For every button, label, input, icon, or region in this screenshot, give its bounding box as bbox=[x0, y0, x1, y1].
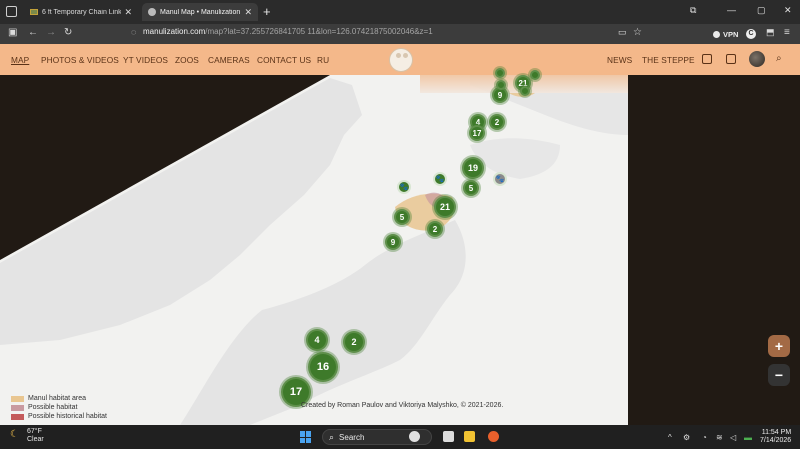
profile-c-icon[interactable]: C bbox=[746, 29, 756, 39]
tab-title: 6 ft Temporary Chain Link Fenc bbox=[42, 8, 122, 16]
task-view-icon[interactable] bbox=[443, 431, 454, 442]
tab-overview-icon[interactable] bbox=[6, 6, 17, 17]
map-marker[interactable] bbox=[530, 70, 540, 80]
moon-icon: ☾ bbox=[10, 429, 19, 440]
maximize-button[interactable]: ▢ bbox=[757, 5, 766, 16]
search-icon[interactable]: ⌕ bbox=[776, 53, 782, 64]
tab-title: Manul Map • Manulization - Pc bbox=[160, 8, 241, 16]
reload-icon[interactable]: ↻ bbox=[64, 27, 72, 38]
map-legend: Manul habitat area Possible habitat Poss… bbox=[11, 394, 107, 421]
menu-icon[interactable]: ≡ bbox=[784, 27, 790, 38]
url-path: /map?lat=37.255726841705 11&lon=126.0742… bbox=[205, 27, 433, 36]
windows-start-icon[interactable] bbox=[300, 431, 312, 443]
settings-icon[interactable]: ⚙ bbox=[683, 433, 690, 442]
tab-manul-map[interactable]: Manul Map • Manulization - Pc ✕ bbox=[142, 3, 258, 21]
nav-zoos[interactable]: ZOOS bbox=[175, 55, 199, 65]
legend-label: Possible historical habitat bbox=[28, 413, 107, 420]
paw-marker-icon[interactable]: 🐾 bbox=[493, 172, 507, 186]
screenshot-icon[interactable]: ▭ bbox=[618, 27, 627, 38]
paw-marker-icon[interactable]: 🐾 bbox=[433, 172, 447, 186]
search-icon: ⌕ bbox=[329, 431, 335, 442]
nav-ru[interactable]: RU bbox=[317, 55, 329, 65]
network-icon[interactable]: ◔ bbox=[702, 433, 707, 442]
legend-label: Manul habitat area bbox=[28, 395, 86, 402]
legend-swatch bbox=[11, 413, 24, 420]
legend-swatch bbox=[11, 404, 24, 411]
close-tab-icon[interactable]: ✕ bbox=[124, 7, 132, 18]
screen: 6 ft Temporary Chain Link Fenc ✕ Manul M… bbox=[0, 0, 800, 449]
wifi-icon[interactable]: ≋ bbox=[716, 433, 723, 442]
legend-item: Possible habitat bbox=[11, 403, 107, 412]
nav-news[interactable]: NEWS bbox=[607, 55, 632, 65]
browser-tab-strip: 6 ft Temporary Chain Link Fenc ✕ Manul M… bbox=[0, 0, 800, 24]
legend-swatch bbox=[11, 395, 24, 402]
map-cluster[interactable]: 2 bbox=[427, 221, 443, 237]
map-marker[interactable] bbox=[520, 86, 530, 96]
browser-toolbar: ▣ ← → ↻ ◌ manulization.com/map?lat=37.25… bbox=[0, 24, 800, 44]
back-arrow-icon[interactable]: ← bbox=[28, 27, 38, 38]
bookmark-star-icon[interactable]: ☆ bbox=[633, 27, 642, 38]
tab-fence[interactable]: 6 ft Temporary Chain Link Fenc ✕ bbox=[24, 3, 138, 21]
minimize-button[interactable]: — bbox=[727, 5, 736, 15]
calendar-icon[interactable] bbox=[726, 54, 736, 64]
taskbar: ☾ 67°F Clear ⌕ Search ^ ⚙ ◔ ≋ ◁ ▬ 11:54 … bbox=[0, 425, 800, 449]
fence-favicon-icon bbox=[30, 9, 38, 15]
map-cluster[interactable]: 2 bbox=[489, 114, 505, 130]
show-hidden-icons[interactable]: ^ bbox=[668, 433, 672, 442]
address-bar[interactable]: manulization.com/map?lat=37.255726841705… bbox=[143, 27, 433, 36]
site-security-icon[interactable]: ◌ bbox=[131, 27, 136, 37]
battery-icon[interactable]: ▬ bbox=[744, 433, 752, 442]
map-cluster[interactable]: 5 bbox=[394, 209, 410, 225]
map-cluster[interactable]: 4 bbox=[306, 329, 328, 351]
url-host: manulization.com bbox=[143, 27, 206, 36]
download-icon[interactable]: ⬒ bbox=[766, 27, 775, 38]
nav-cameras[interactable]: CAMERAS bbox=[208, 55, 250, 65]
search-label: Search bbox=[339, 432, 365, 442]
nav-contact-us[interactable]: CONTACT US bbox=[257, 55, 311, 65]
map-marker[interactable] bbox=[495, 68, 505, 78]
volume-icon[interactable]: ◁ bbox=[730, 433, 736, 442]
map-cluster[interactable]: 17 bbox=[469, 125, 485, 141]
close-window-button[interactable]: ✕ bbox=[784, 5, 792, 16]
vpn-label: VPN bbox=[723, 29, 739, 39]
map-cluster[interactable]: 5 bbox=[463, 180, 479, 196]
manul-favicon-icon bbox=[148, 8, 156, 16]
firefox-icon[interactable] bbox=[488, 431, 499, 442]
map-marker[interactable] bbox=[496, 80, 506, 90]
nav-yt-videos[interactable]: YT VIDEOS bbox=[123, 55, 168, 65]
forward-arrow-icon[interactable]: → bbox=[46, 27, 56, 38]
map-cluster[interactable]: 2 bbox=[343, 331, 365, 353]
legend-item: Manul habitat area bbox=[11, 394, 107, 403]
vpn-button[interactable]: VPN bbox=[710, 28, 741, 40]
map-view[interactable] bbox=[0, 75, 800, 425]
map-credit: Created by Roman Paulov and Viktoriya Ma… bbox=[301, 402, 504, 409]
clock-time: 11:54 PM bbox=[761, 429, 792, 436]
nav-map[interactable]: MAP bbox=[11, 55, 29, 65]
notes-icon[interactable] bbox=[702, 54, 712, 64]
weather-temperature: 67°F bbox=[27, 428, 42, 435]
new-tab-button[interactable]: + bbox=[263, 4, 271, 19]
system-clock[interactable]: 11:54 PM 7/14/2026 bbox=[760, 429, 791, 445]
close-tab-icon[interactable]: ✕ bbox=[244, 7, 252, 18]
restore-tabs-icon[interactable]: ⧉ bbox=[690, 5, 696, 16]
nav-photos-videos[interactable]: PHOTOS & VIDEOS bbox=[41, 55, 119, 65]
clock-date: 7/14/2026 bbox=[760, 437, 792, 444]
avatar[interactable] bbox=[749, 51, 765, 67]
vpn-icon bbox=[713, 30, 720, 38]
manul-logo[interactable] bbox=[389, 48, 413, 72]
widget-app-icon[interactable] bbox=[409, 431, 420, 442]
nav-the-steppe[interactable]: THE STEPPE bbox=[642, 55, 695, 65]
paw-marker-icon[interactable]: 🐾 bbox=[397, 180, 411, 194]
legend-item: Possible historical habitat bbox=[11, 412, 107, 421]
map-cluster[interactable]: 21 bbox=[434, 196, 456, 218]
map-cluster[interactable]: 16 bbox=[308, 352, 338, 382]
map-cluster[interactable]: 9 bbox=[385, 234, 401, 250]
weather-condition: Clear bbox=[27, 436, 44, 443]
legend-label: Possible habitat bbox=[28, 404, 78, 411]
sidebar-toggle-icon[interactable]: ▣ bbox=[8, 27, 17, 38]
file-explorer-icon[interactable] bbox=[464, 431, 475, 442]
map-cluster[interactable]: 19 bbox=[462, 157, 484, 179]
zoom-in-button[interactable]: + bbox=[768, 335, 790, 357]
zoom-out-button[interactable]: − bbox=[768, 364, 790, 386]
